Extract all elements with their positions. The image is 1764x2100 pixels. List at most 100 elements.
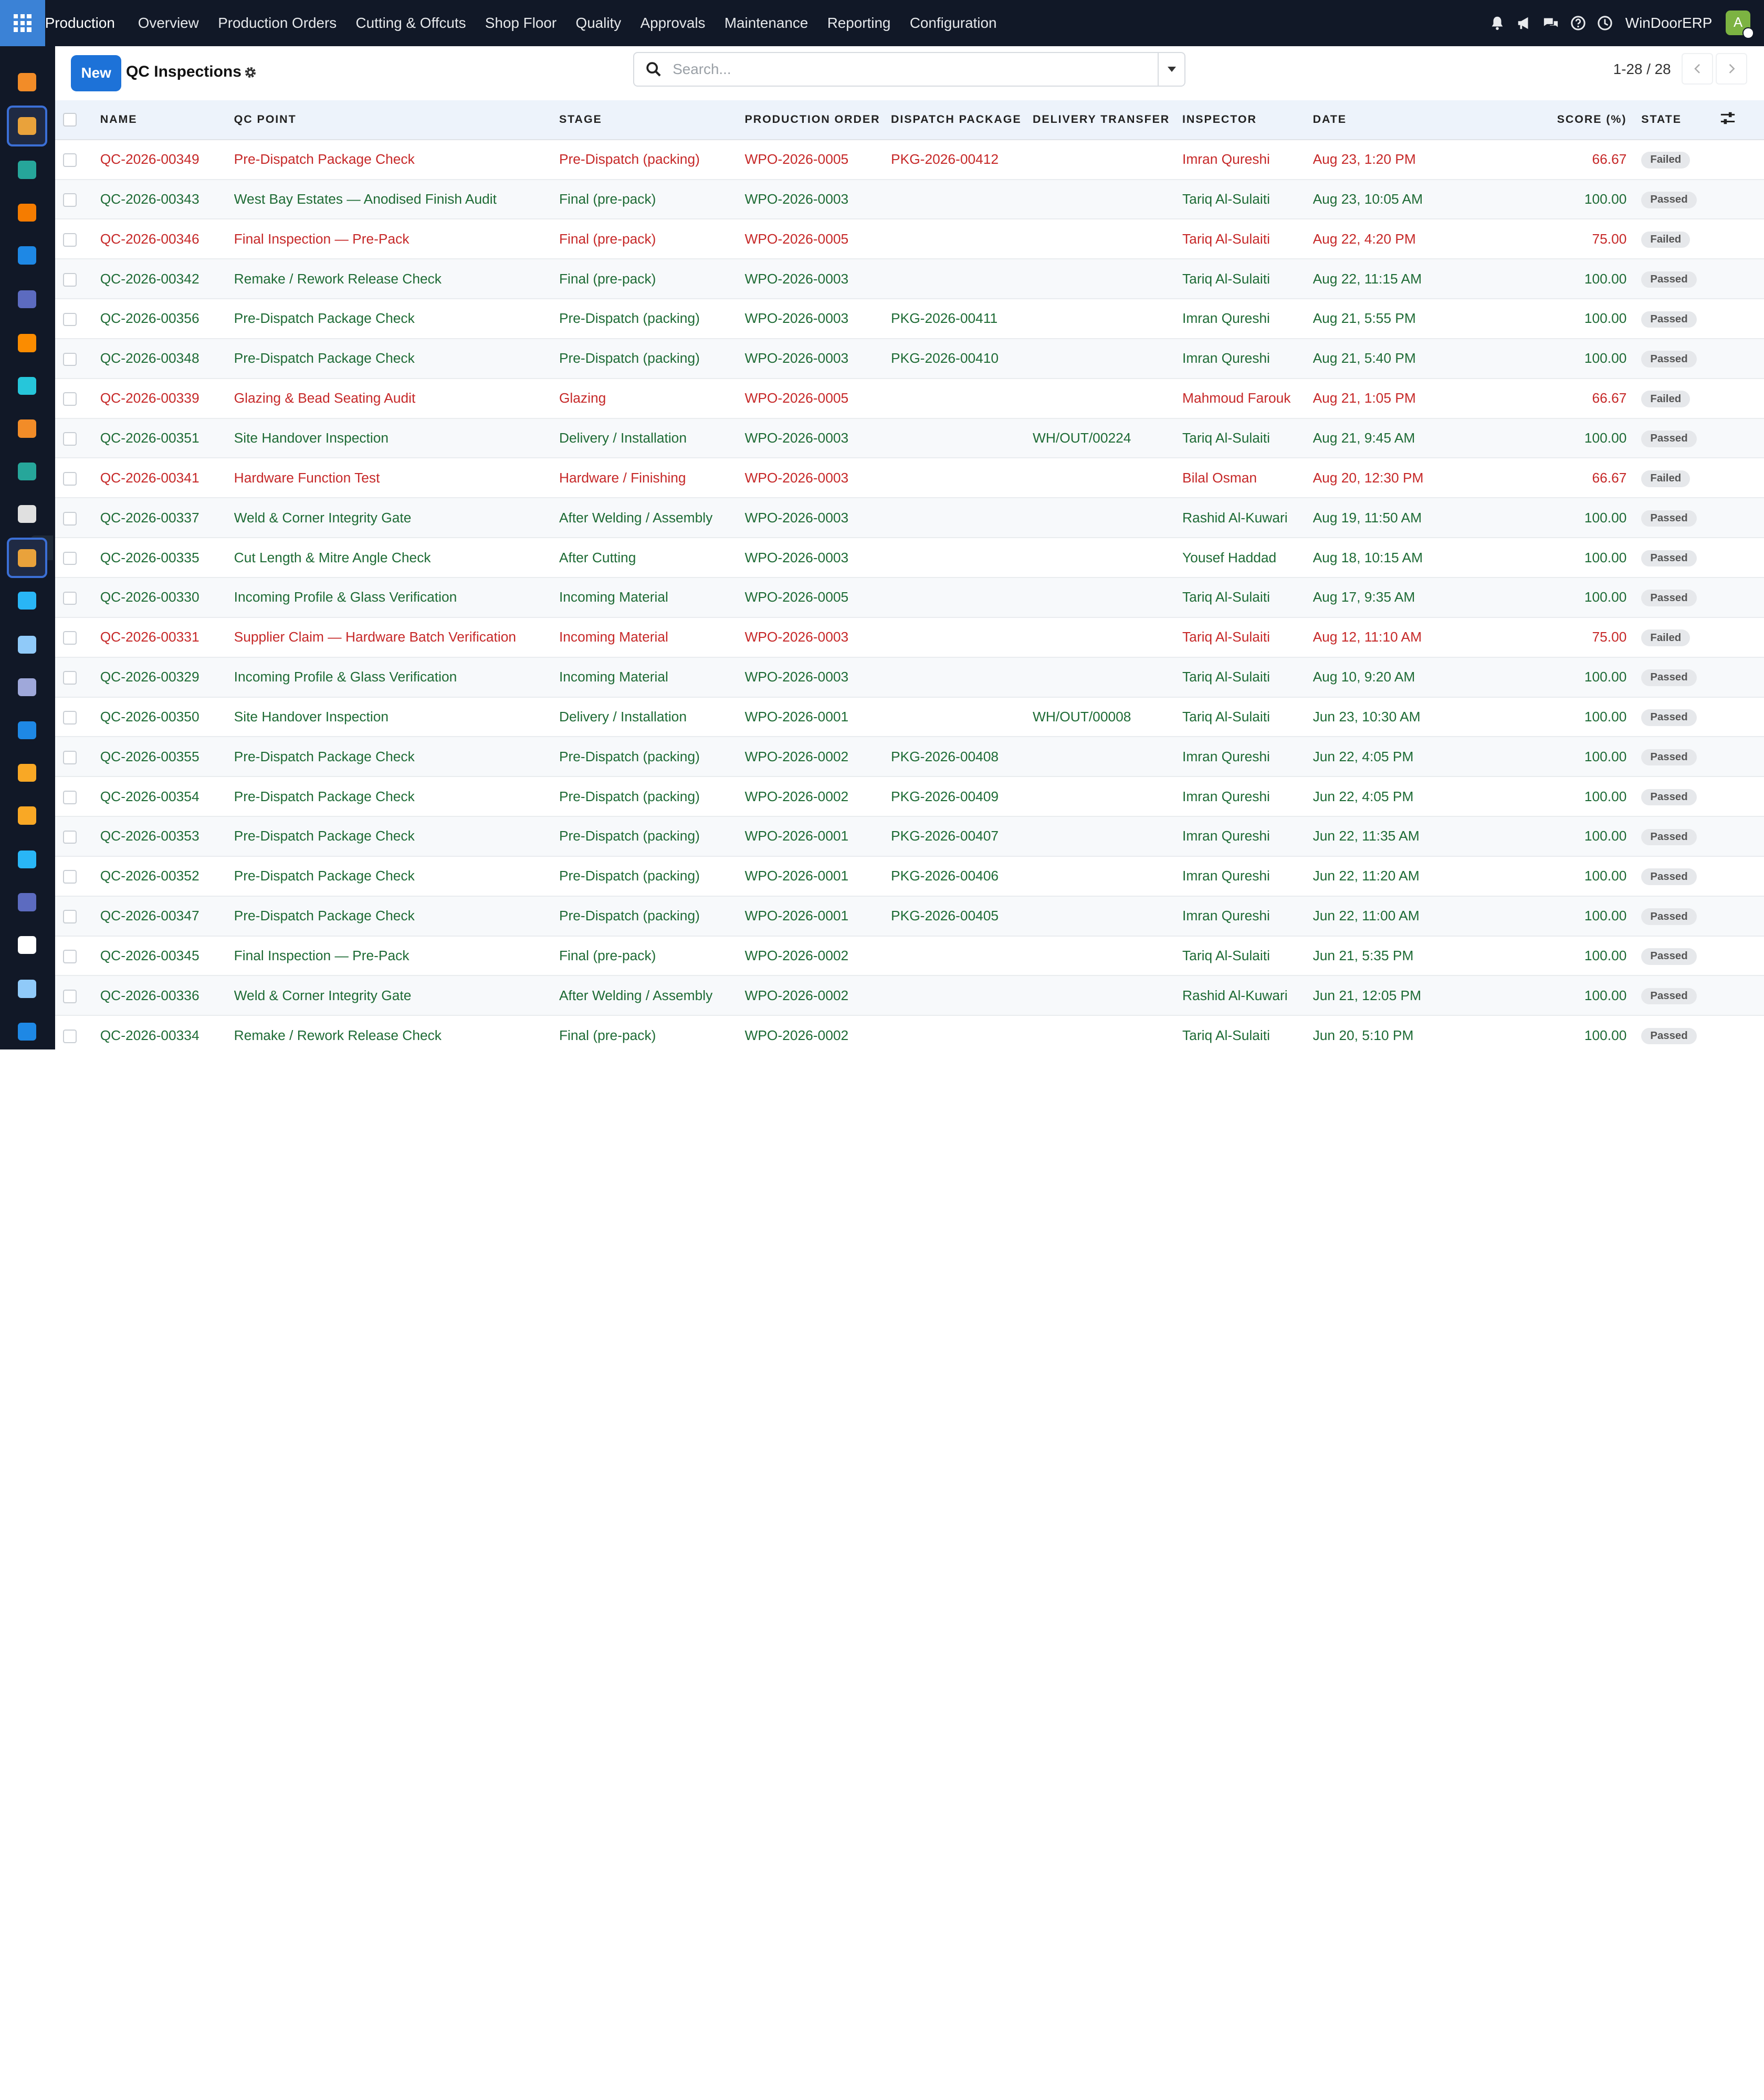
pager-next-button[interactable]	[1715, 52, 1747, 85]
column-header-state[interactable]: STATE	[1641, 100, 1720, 140]
chat-icon[interactable]	[1543, 15, 1559, 31]
row-checkbox[interactable]	[62, 830, 77, 844]
row-checkbox[interactable]	[62, 790, 77, 804]
new-button[interactable]: New	[70, 55, 122, 91]
row-checkbox[interactable]	[62, 870, 77, 884]
sidebar-team-app[interactable]	[11, 757, 43, 789]
row-checkbox[interactable]	[62, 193, 77, 207]
sidebar-website-app[interactable]	[11, 239, 43, 271]
company-switcher[interactable]: WinDoorERP	[1625, 15, 1713, 32]
sidebar-contacts-app[interactable]	[11, 154, 43, 186]
column-header-production-order[interactable]: PRODUCTION ORDER	[744, 100, 891, 140]
sidebar-calendar-app[interactable]	[11, 800, 43, 832]
pager-previous-button[interactable]	[1682, 52, 1714, 85]
column-header-delivery-transfer[interactable]: DELIVERY TRANSFER	[1033, 100, 1183, 140]
menu-quality[interactable]: Quality	[566, 15, 631, 32]
row-checkbox[interactable]	[62, 472, 77, 486]
row-checkbox[interactable]	[62, 392, 77, 406]
sidebar-helpdesk-app[interactable]	[11, 629, 43, 660]
table-row[interactable]: QC-2026-00346 Final Inspection — Pre-Pack…	[55, 219, 1764, 259]
table-row[interactable]: QC-2026-00355 Pre-Dispatch Package Check P…	[55, 737, 1764, 777]
table-row[interactable]: QC-2026-00351 Site Handover Inspection Del…	[55, 418, 1764, 458]
sidebar-tasks-app[interactable]	[11, 585, 43, 616]
sidebar-whatsapp-app[interactable]	[11, 929, 43, 961]
row-checkbox[interactable]	[62, 671, 77, 685]
column-header-name[interactable]: NAME	[100, 100, 234, 140]
table-row[interactable]: QC-2026-00331 Supplier Claim — Hardware B…	[55, 617, 1764, 657]
user-avatar[interactable]: A	[1726, 10, 1754, 39]
help-icon[interactable]	[1570, 15, 1586, 31]
megaphone-icon[interactable]	[1516, 15, 1532, 31]
sidebar-sign-app[interactable]	[11, 844, 43, 875]
table-row[interactable]: QC-2026-00337 Weld & Corner Integrity Gat…	[55, 498, 1764, 538]
row-checkbox[interactable]	[62, 631, 77, 645]
sidebar-chat-app[interactable]	[11, 328, 43, 359]
table-row[interactable]: QC-2026-00334 Remake / Rework Release Che…	[55, 1015, 1764, 1049]
sidebar-website2-app[interactable]	[11, 1016, 43, 1047]
sidebar-project-app[interactable]	[11, 370, 43, 402]
menu-overview[interactable]: Overview	[129, 15, 208, 32]
menu-reporting[interactable]: Reporting	[817, 15, 900, 32]
row-checkbox[interactable]	[62, 711, 77, 724]
bell-icon[interactable]	[1489, 15, 1505, 31]
sidebar-planning-app[interactable]	[11, 973, 43, 1005]
table-row[interactable]: QC-2026-00341 Hardware Function Test Hardw…	[55, 458, 1764, 498]
table-row[interactable]: QC-2026-00348 Pre-Dispatch Package Check P…	[55, 338, 1764, 379]
row-checkbox[interactable]	[62, 153, 77, 167]
column-header-dispatch-package[interactable]: DISPATCH PACKAGE	[891, 100, 1033, 140]
pager-value[interactable]: 1-28 / 28	[1613, 61, 1671, 78]
column-header-date[interactable]: DATE	[1312, 100, 1484, 140]
row-checkbox[interactable]	[62, 432, 77, 446]
row-checkbox[interactable]	[62, 272, 77, 287]
menu-production-orders[interactable]: Production Orders	[208, 15, 346, 32]
menu-brand[interactable]: Production	[45, 15, 129, 32]
row-checkbox[interactable]	[62, 511, 77, 526]
select-all-checkbox[interactable]	[62, 113, 77, 127]
table-row[interactable]: QC-2026-00339 Glazing & Bead Seating Audi…	[55, 379, 1764, 418]
row-checkbox[interactable]	[62, 312, 77, 327]
menu-approvals[interactable]: Approvals	[631, 15, 715, 32]
sidebar-dashboard-app[interactable]	[11, 887, 43, 918]
sidebar-sales-app[interactable]	[11, 66, 43, 98]
sidebar-manufacturing-app[interactable]	[6, 538, 47, 579]
menu-configuration[interactable]: Configuration	[900, 15, 1006, 32]
table-row[interactable]: QC-2026-00352 Pre-Dispatch Package Check P…	[55, 856, 1764, 896]
sidebar-packages-app[interactable]	[11, 671, 43, 703]
gear-icon[interactable]	[243, 65, 258, 80]
table-row[interactable]: QC-2026-00356 Pre-Dispatch Package Check P…	[55, 299, 1764, 339]
menu-cutting-offcuts[interactable]: Cutting & Offcuts	[346, 15, 475, 32]
table-row[interactable]: QC-2026-00343 West Bay Estates — Anodised…	[55, 179, 1764, 219]
table-row[interactable]: QC-2026-00342 Remake / Rework Release Che…	[55, 259, 1764, 299]
column-header-stage[interactable]: STAGE	[559, 100, 745, 140]
table-row[interactable]: QC-2026-00354 Pre-Dispatch Package Check P…	[55, 776, 1764, 817]
table-row[interactable]: QC-2026-00345 Final Inspection — Pre-Pack…	[55, 936, 1764, 976]
search-options-toggle[interactable]	[1158, 52, 1184, 86]
clock-icon[interactable]	[1597, 15, 1613, 31]
row-checkbox[interactable]	[62, 910, 77, 924]
sidebar-employees-app[interactable]	[11, 456, 43, 487]
column-header-qc-point[interactable]: QC POINT	[234, 100, 559, 140]
column-header-score[interactable]: SCORE (%)	[1484, 100, 1642, 140]
sidebar-invoicing-app[interactable]	[11, 715, 43, 746]
sidebar-inventory-app[interactable]	[11, 498, 43, 530]
menu-maintenance[interactable]: Maintenance	[715, 15, 818, 32]
table-row[interactable]: QC-2026-00349 Pre-Dispatch Package Check P…	[55, 140, 1764, 180]
menu-shop-floor[interactable]: Shop Floor	[476, 15, 566, 32]
row-checkbox[interactable]	[62, 990, 77, 1003]
table-row[interactable]: QC-2026-00347 Pre-Dispatch Package Check P…	[55, 896, 1764, 936]
row-checkbox[interactable]	[62, 551, 77, 565]
table-row[interactable]: QC-2026-00329 Incoming Profile & Glass Ve…	[55, 657, 1764, 697]
row-checkbox[interactable]	[62, 750, 77, 764]
sidebar-quality-app[interactable]	[6, 106, 47, 146]
row-checkbox[interactable]	[62, 1029, 77, 1043]
table-row[interactable]: QC-2026-00336 Weld & Corner Integrity Gat…	[55, 975, 1764, 1016]
table-row[interactable]: QC-2026-00335 Cut Length & Mitre Angle Ch…	[55, 538, 1764, 578]
table-row[interactable]: QC-2026-00353 Pre-Dispatch Package Check P…	[55, 816, 1764, 856]
row-checkbox[interactable]	[62, 352, 77, 366]
apps-menu-button[interactable]	[0, 0, 45, 46]
table-row[interactable]: QC-2026-00330 Incoming Profile & Glass Ve…	[55, 577, 1764, 617]
sidebar-mail-app[interactable]	[11, 284, 43, 315]
column-header-inspector[interactable]: INSPECTOR	[1182, 100, 1313, 140]
row-checkbox[interactable]	[62, 591, 77, 605]
column-settings-icon[interactable]	[1720, 110, 1736, 126]
